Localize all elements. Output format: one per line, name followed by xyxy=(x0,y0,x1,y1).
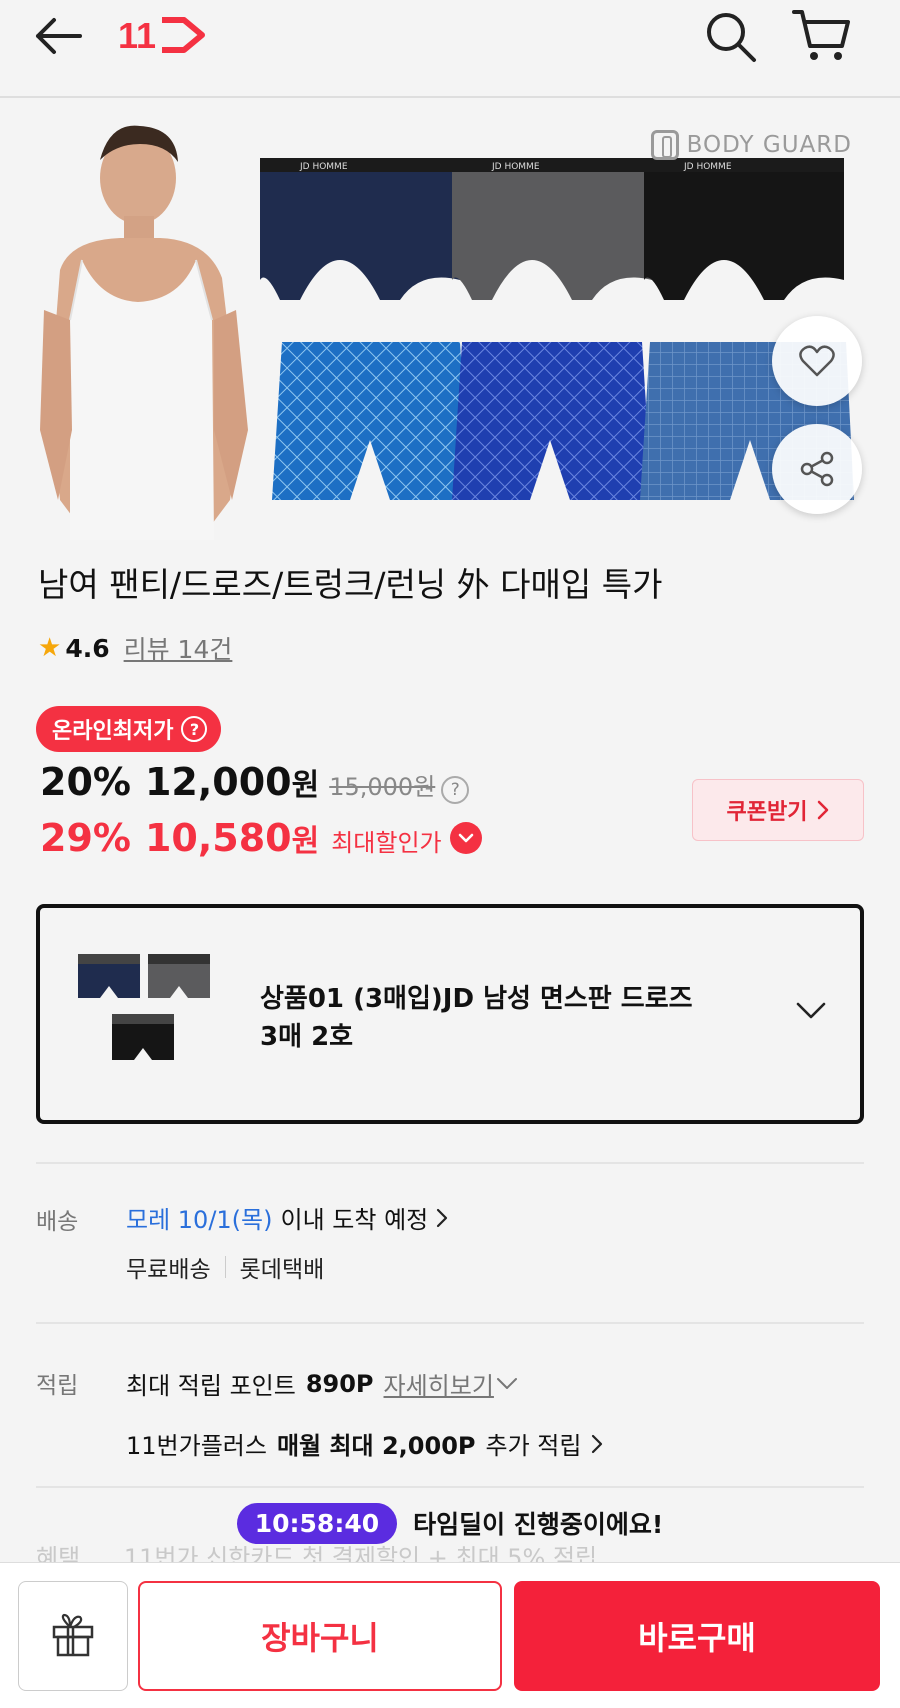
top-app-bar: 11 xyxy=(0,0,900,98)
svg-text:JD HOMME: JD HOMME xyxy=(683,162,732,172)
points-detail-link[interactable]: 자세히보기 xyxy=(384,1366,494,1401)
shipping-label: 배송 xyxy=(36,1209,79,1235)
time-deal-banner[interactable]: 10:58:40 타임딜이 진행중이에요! xyxy=(0,1488,900,1558)
product-image: JD HOMME JD HOMME JD HOMME xyxy=(40,125,854,540)
expand-discount-button[interactable] xyxy=(449,822,482,854)
back-arrow-icon[interactable] xyxy=(30,14,86,58)
plus-bold: 매월 최대 2,000P xyxy=(276,1432,476,1460)
review-count-link[interactable]: 리뷰 14건 xyxy=(124,630,233,666)
cart-icon[interactable] xyxy=(790,6,852,64)
badge-label: 온라인최저가 xyxy=(52,719,174,744)
chevron-down-icon xyxy=(796,1002,826,1019)
divider xyxy=(36,1322,864,1324)
points-prefix: 최대 적립 포인트 xyxy=(126,1372,296,1400)
product-image-gallery[interactable]: JD HOMME JD HOMME JD HOMME BODY GUARD xyxy=(0,100,900,540)
points-value: 890P xyxy=(305,1369,374,1398)
share-icon xyxy=(800,451,834,487)
brand-watermark: BODY GUARD xyxy=(650,130,852,160)
option-selector[interactable]: 상품01 (3매입)JD 남성 면스판 드로즈 3매 2호 xyxy=(36,904,864,1124)
chevron-down-icon xyxy=(458,833,473,843)
chevron-right-icon xyxy=(592,1434,603,1453)
trunk-blue-check xyxy=(272,342,470,500)
currency-unit: 원 xyxy=(291,824,320,859)
product-title: 남여 팬티/드로즈/트렁크/런닝 外 다매입 특가 xyxy=(38,565,663,604)
sale-price: 12,000 xyxy=(144,760,292,804)
delivery-text: 이내 도착 예정 xyxy=(280,1206,429,1234)
separator xyxy=(224,1256,226,1278)
help-icon: ? xyxy=(181,716,208,742)
coupon-label: 쿠폰받기 xyxy=(726,800,808,825)
lowest-price-badge[interactable]: 온라인최저가 ? xyxy=(36,706,222,752)
share-button[interactable] xyxy=(772,424,862,514)
carrier: 롯데택배 xyxy=(239,1257,325,1283)
brief-black xyxy=(644,158,844,300)
shipping-fee: 무료배송 xyxy=(126,1257,211,1283)
option-label-line1: 상품01 (3매입)JD 남성 면스판 드로즈 xyxy=(260,984,693,1014)
brand-name: BODY GUARD xyxy=(686,132,852,158)
add-to-cart-button[interactable]: 장바구니 xyxy=(138,1581,502,1691)
delivery-date: 모레 10/1(목) xyxy=(126,1206,273,1234)
chevron-right-icon xyxy=(818,800,829,820)
brief-navy xyxy=(260,158,460,300)
sale-price-row: 20% 12,000 원 15,000원 ? xyxy=(40,760,470,804)
bodyguard-logo-icon xyxy=(650,130,679,160)
gift-icon xyxy=(52,1613,94,1657)
original-price: 15,000원 xyxy=(329,773,436,801)
chevron-right-icon xyxy=(437,1208,448,1227)
plus-membership-link[interactable]: 11번가플러스 매월 최대 2,000P 추가 적립 xyxy=(126,1426,603,1461)
option-label: 상품01 (3매입)JD 남성 면스판 드로즈 3매 2호 xyxy=(260,980,780,1056)
star-icon: ★ xyxy=(38,633,62,663)
countdown-timer: 10:58:40 xyxy=(236,1502,398,1544)
shipping-details: 무료배송 롯데택배 xyxy=(126,1250,324,1284)
plus-prefix: 11번가플러스 xyxy=(126,1432,267,1460)
11st-logo[interactable]: 11 xyxy=(118,10,208,60)
search-icon[interactable] xyxy=(702,8,758,64)
rating-score: 4.6 xyxy=(65,633,110,663)
points-row: 최대 적립 포인트 890P 자세히보기 xyxy=(126,1366,518,1401)
svg-text:11: 11 xyxy=(118,15,156,56)
rating-row: ★ 4.6 리뷰 14건 xyxy=(38,630,232,666)
svg-text:JD HOMME: JD HOMME xyxy=(491,162,540,172)
brief-gray xyxy=(452,158,652,300)
get-coupon-button[interactable]: 쿠폰받기 xyxy=(692,779,864,841)
bottom-action-bar: 장바구니 바로구매 xyxy=(0,1562,900,1708)
delivery-estimate-link[interactable]: 모레 10/1(목) 이내 도착 예정 xyxy=(126,1200,448,1235)
heart-icon xyxy=(799,345,835,377)
chevron-down-icon xyxy=(496,1377,517,1389)
gift-button[interactable] xyxy=(18,1581,128,1691)
max-discount-rate: 29% xyxy=(40,816,131,860)
divider xyxy=(36,1162,864,1164)
wishlist-button[interactable] xyxy=(772,316,862,406)
price-help-icon[interactable]: ? xyxy=(441,776,470,804)
points-label: 적립 xyxy=(36,1373,79,1399)
buy-now-button[interactable]: 바로구매 xyxy=(514,1581,880,1691)
max-discount-row: 29% 10,580 원 최대할인가 xyxy=(40,816,482,860)
time-deal-text: 타임딜이 진행중이에요! xyxy=(413,1510,664,1539)
plus-suffix: 추가 적립 xyxy=(485,1432,582,1460)
max-discount-label: 최대할인가 xyxy=(331,829,442,857)
option-label-line2: 3매 2호 xyxy=(260,1022,354,1052)
trunk-navy-check xyxy=(452,342,652,500)
svg-text:JD HOMME: JD HOMME xyxy=(299,162,348,172)
option-thumbnail xyxy=(78,954,210,1060)
model-figure xyxy=(40,125,248,540)
discount-rate: 20% xyxy=(40,760,131,804)
max-discount-price: 10,580 xyxy=(144,816,292,860)
currency-unit: 원 xyxy=(291,768,320,803)
